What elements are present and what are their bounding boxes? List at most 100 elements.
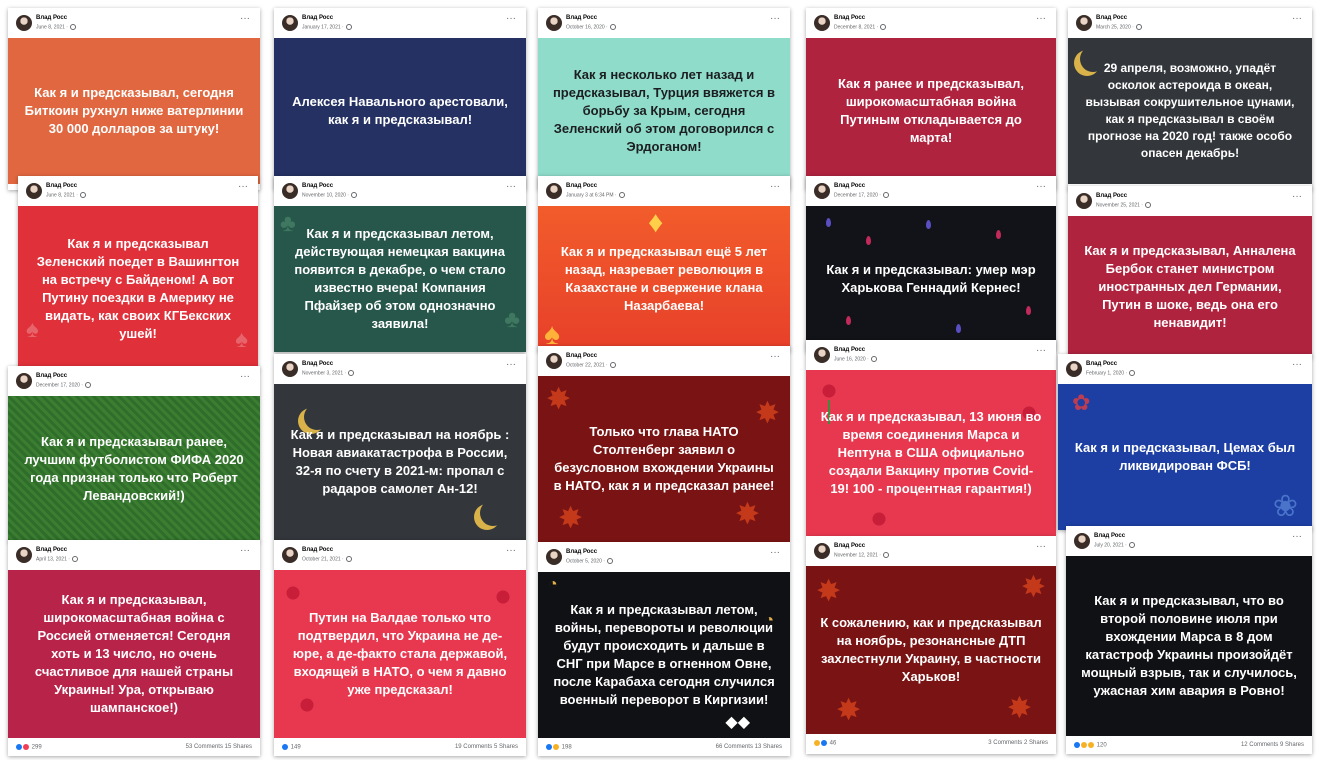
reactions-count[interactable]: 120 [1074,742,1107,749]
shares-count[interactable]: 2 Shares [1024,740,1048,746]
avatar[interactable] [1076,193,1092,209]
post-date[interactable]: November 12, 2021 · [834,552,889,558]
post-date[interactable]: March 25, 2020 · [1096,24,1142,30]
comments-count[interactable]: 66 Comments [716,744,753,750]
author-name[interactable]: Влад Росс [566,15,597,21]
avatar[interactable] [814,347,830,363]
avatar[interactable] [282,15,298,31]
avatar[interactable] [814,183,830,199]
author-name[interactable]: Влад Росс [302,15,333,21]
more-options-icon[interactable]: ··· [238,181,248,192]
more-options-icon[interactable]: ··· [1292,13,1302,24]
more-options-icon[interactable]: ··· [1036,13,1046,24]
author-name[interactable]: Влад Росс [566,183,597,189]
post-text-background: Как я и предсказывал: умер мэр Харькова … [806,206,1056,352]
post-date[interactable]: October 5, 2020 · [566,558,613,564]
shares-count[interactable]: 9 Shares [1280,742,1304,748]
more-options-icon[interactable]: ··· [1292,359,1302,370]
globe-icon [84,382,91,388]
avatar[interactable] [282,183,298,199]
avatar[interactable] [16,15,32,31]
more-options-icon[interactable]: ··· [1292,191,1302,202]
reactions-count[interactable]: 198 [546,744,572,751]
more-options-icon[interactable]: ··· [506,545,516,556]
comments-count[interactable]: 19 Comments [455,744,492,750]
post-date[interactable]: April 13, 2021 · [36,556,78,562]
shares-count[interactable]: 15 Shares [225,744,252,750]
author-name[interactable]: Влад Росс [46,183,77,189]
post-card: Влад Росс January 3 at 6:34 PM · ··· ♦ ♠ Как… [538,176,790,352]
author-name[interactable]: Влад Росс [834,543,865,549]
author-name[interactable]: Влад Росс [566,353,597,359]
more-options-icon[interactable]: ··· [770,13,780,24]
reactions-count[interactable]: 299 [16,744,42,751]
post-text: Как я и предсказывал: умер мэр Харькова … [826,262,1036,295]
comments-count[interactable]: 3 Comments [988,740,1022,746]
post-date[interactable]: January 3 at 6:34 PM · [566,192,625,198]
reactions-count[interactable]: 149 [282,744,301,751]
author-name[interactable]: Влад Росс [36,15,67,21]
more-options-icon[interactable]: ··· [1292,531,1302,542]
avatar[interactable] [282,361,298,377]
more-options-icon[interactable]: ··· [1036,345,1046,356]
more-options-icon[interactable]: ··· [240,371,250,382]
more-options-icon[interactable]: ··· [1036,181,1046,192]
avatar[interactable] [546,549,562,565]
avatar[interactable] [16,547,32,563]
post-date[interactable]: November 3, 2021 · [302,370,355,376]
post-card: Влад Росс June 8, 2021 · ··· ♠ ♠ Как я и пре… [18,176,258,372]
post-date[interactable]: October 16, 2020 · [566,24,616,30]
avatar[interactable] [814,15,830,31]
more-options-icon[interactable]: ··· [1036,541,1046,552]
post-date[interactable]: June 16, 2020 · [834,356,877,362]
post-date[interactable]: October 21, 2021 · [302,556,352,562]
author-name[interactable]: Влад Росс [1096,193,1127,199]
post-date[interactable]: June 8, 2021 · [46,192,86,198]
author-name[interactable]: Влад Росс [36,547,67,553]
reactions-count[interactable]: 46 [814,740,836,747]
author-name[interactable]: Влад Росс [834,347,865,353]
avatar[interactable] [546,353,562,369]
avatar[interactable] [814,543,830,559]
post-date[interactable]: November 25, 2021 · [1096,202,1151,208]
more-options-icon[interactable]: ··· [240,13,250,24]
more-options-icon[interactable]: ··· [506,359,516,370]
shares-count[interactable]: 13 Shares [755,744,782,750]
post-date[interactable]: July 20, 2021 · [1094,542,1135,548]
post-date[interactable]: December 17, 2020 · [36,382,91,388]
avatar[interactable] [1076,15,1092,31]
author-name[interactable]: Влад Росс [302,547,333,553]
more-options-icon[interactable]: ··· [770,181,780,192]
author-name[interactable]: Влад Росс [302,183,333,189]
avatar[interactable] [546,15,562,31]
more-options-icon[interactable]: ··· [506,181,516,192]
post-date[interactable]: October 22, 2021 · [566,362,616,368]
more-options-icon[interactable]: ··· [770,351,780,362]
avatar[interactable] [16,373,32,389]
author-name[interactable]: Влад Росс [834,15,865,21]
author-name[interactable]: Влад Росс [36,373,67,379]
post-date[interactable]: June 8, 2021 · [36,24,76,30]
avatar[interactable] [282,547,298,563]
author-name[interactable]: Влад Росс [834,183,865,189]
more-options-icon[interactable]: ··· [506,13,516,24]
avatar[interactable] [1074,533,1090,549]
post-date[interactable]: February 1, 2020 · [1086,370,1136,376]
post-date[interactable]: November 10, 2020 · [302,192,357,198]
author-name[interactable]: Влад Росс [1096,15,1127,21]
author-name[interactable]: Влад Росс [1094,533,1125,539]
post-date[interactable]: December 17, 2020 · [834,192,889,198]
author-name[interactable]: Влад Росс [566,549,597,555]
avatar[interactable] [26,183,42,199]
avatar[interactable] [546,183,562,199]
shares-count[interactable]: 5 Shares [494,744,518,750]
author-name[interactable]: Влад Росс [1086,361,1117,367]
comments-count[interactable]: 12 Comments [1241,742,1278,748]
post-date[interactable]: January 17, 2021 · [302,24,352,30]
more-options-icon[interactable]: ··· [770,547,780,558]
more-options-icon[interactable]: ··· [240,545,250,556]
author-name[interactable]: Влад Росс [302,361,333,367]
comments-count[interactable]: 53 Comments [186,744,223,750]
avatar[interactable] [1066,361,1082,377]
post-date[interactable]: December 8, 2021 · [834,24,887,30]
